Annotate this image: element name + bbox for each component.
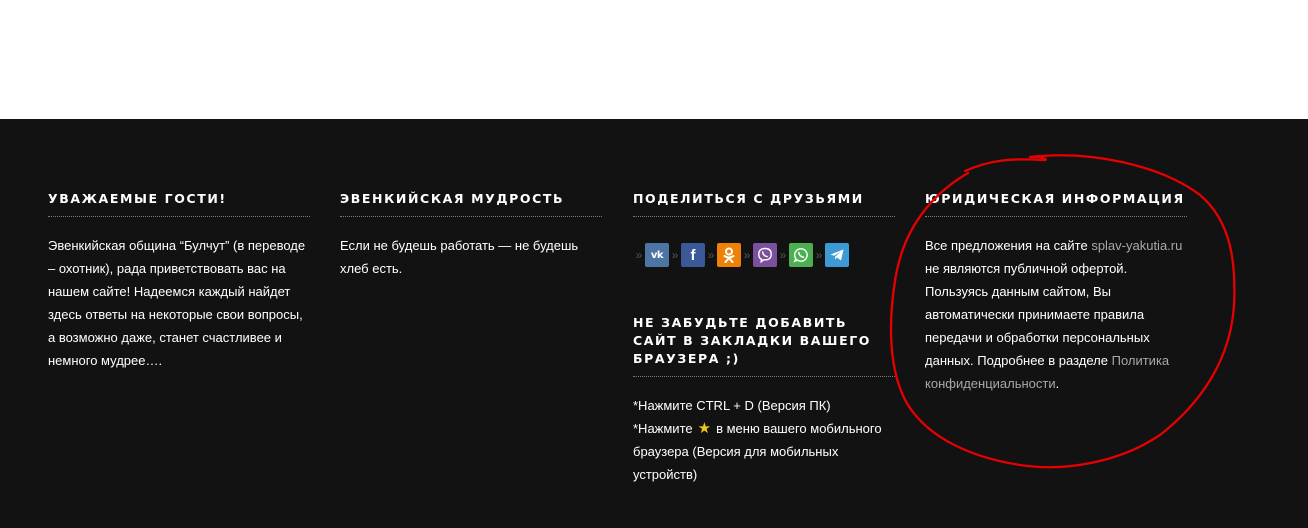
share-separator: »	[779, 248, 787, 262]
pc-bookmark-tip: *Нажмите CTRL + D (Версия ПК)	[633, 398, 831, 413]
mobile-bookmark-tip: *Нажмите ★ в меню вашего мобильного браузе…	[633, 417, 895, 486]
viber-icon	[758, 247, 772, 263]
odnoklassniki-share-button[interactable]	[717, 243, 741, 267]
wisdom-text: Если не будешь работать — не будешь хлеб…	[340, 238, 579, 276]
legal-text: Все предложения на сайте splav-yakutia.r…	[925, 234, 1187, 395]
legal-widget: Юридическая информация Все предложения н…	[925, 190, 1187, 395]
legal-text-end: .	[1055, 376, 1060, 391]
legal-title: Юридическая информация	[925, 190, 1187, 217]
viber-share-button[interactable]	[753, 243, 777, 267]
facebook-share-button[interactable]: f	[681, 243, 705, 267]
whatsapp-icon	[793, 248, 808, 263]
telegram-share-button[interactable]	[825, 243, 849, 267]
odnoklassniki-icon	[723, 247, 735, 263]
guests-widget: Уважаемые гости! Эвенкийская община “Бул…	[48, 190, 310, 372]
facebook-icon: f	[690, 246, 696, 264]
vk-share-button[interactable]: vk	[645, 243, 669, 267]
site-link[interactable]: splav-yakutia.ru	[1091, 238, 1182, 253]
whatsapp-share-button[interactable]	[789, 243, 813, 267]
share-separator: »	[743, 248, 751, 262]
star-icon: ★	[697, 420, 712, 437]
share-separator: »	[815, 248, 823, 262]
legal-text-start: Все предложения на сайте	[925, 238, 1092, 253]
bookmark-tips: *Нажмите CTRL + D (Версия ПК) *Нажмите ★ в…	[633, 394, 895, 486]
telegram-icon	[830, 249, 844, 261]
share-separator: »	[671, 248, 679, 262]
share-buttons: » vk » f » » » »	[633, 243, 895, 267]
guests-text: Эвенкийская община “Булчут” (в переводе …	[48, 238, 306, 368]
mobile-tip-prefix: *Нажмите	[633, 421, 693, 436]
site-footer: Уважаемые гости! Эвенкийская община “Бул…	[0, 119, 1308, 528]
share-widget: Поделиться с друзьями » vk » f » »	[633, 190, 895, 486]
bookmark-title: Не забудьте добавить сайт в закладки ваш…	[633, 314, 895, 377]
share-title: Поделиться с друзьями	[633, 190, 895, 217]
share-separator: »	[707, 248, 715, 262]
vk-icon: vk	[650, 249, 664, 261]
page-content-area	[0, 0, 1308, 119]
wisdom-title: Эвенкийская мудрость	[340, 190, 602, 217]
guests-title: Уважаемые гости!	[48, 190, 310, 217]
share-separator: »	[635, 248, 643, 262]
legal-text-middle: не являются публичной офертой. Пользуясь…	[925, 261, 1150, 368]
wisdom-widget: Эвенкийская мудрость Если не будешь рабо…	[340, 190, 602, 280]
